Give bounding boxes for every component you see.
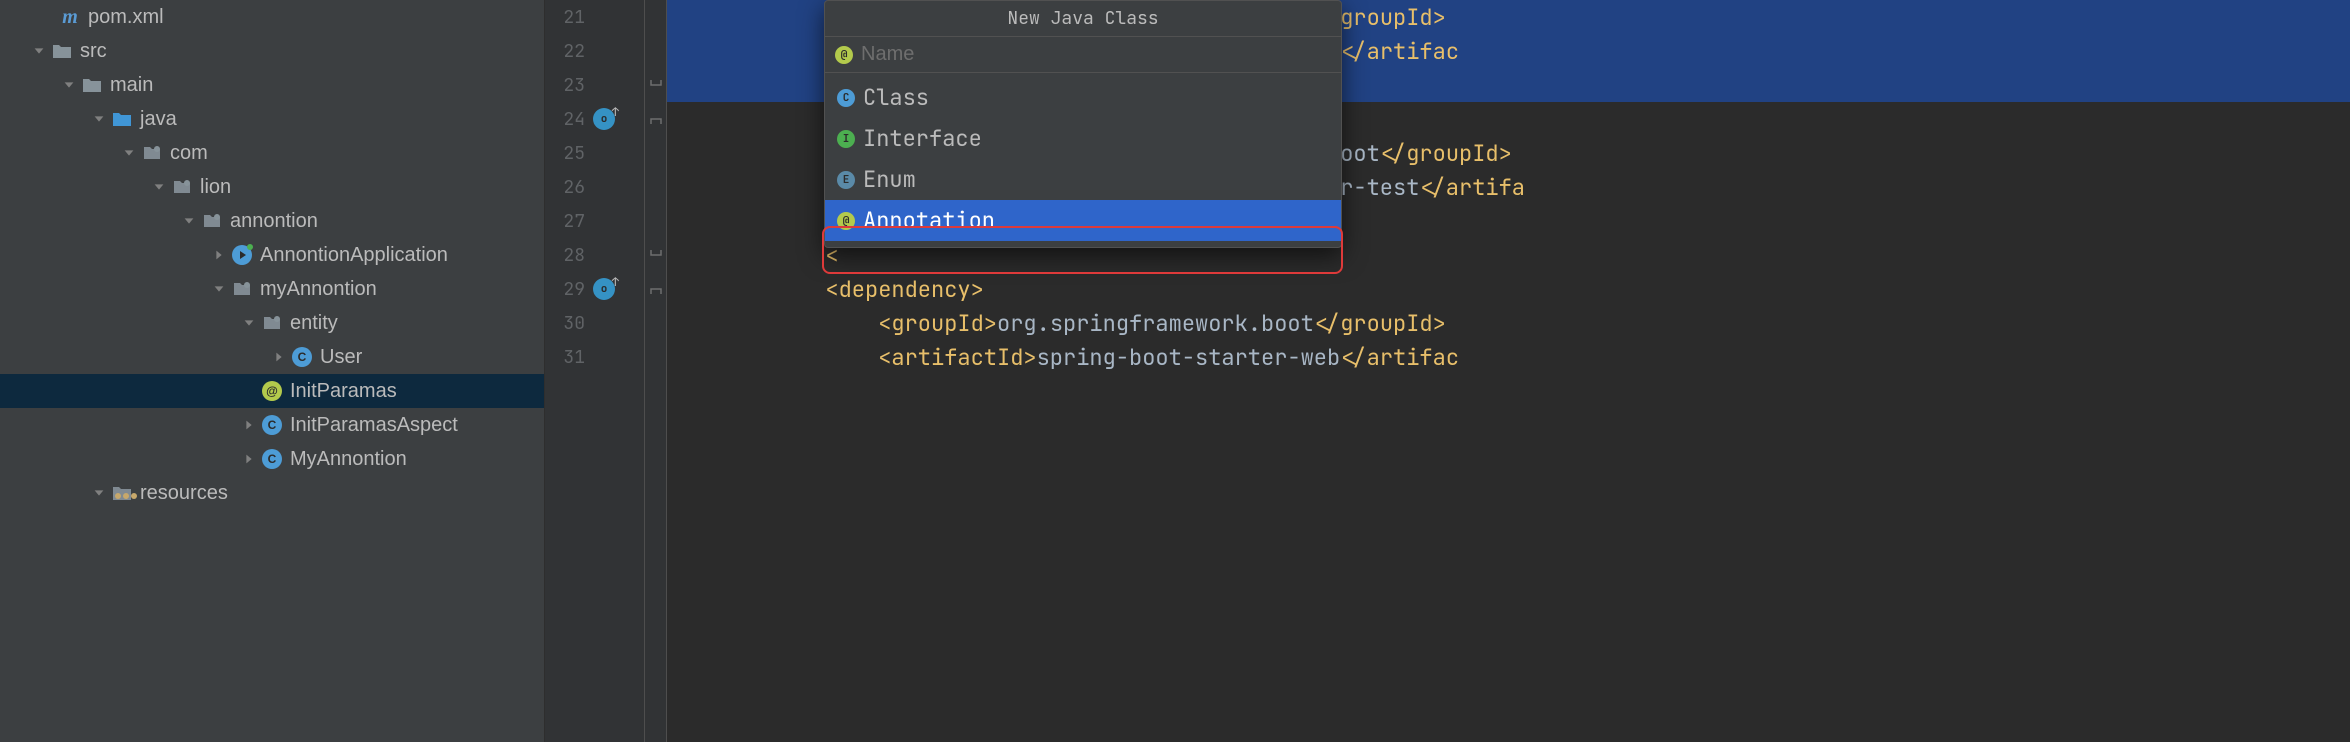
tree-item-resources[interactable]: resources <box>0 476 544 510</box>
tree-item-main[interactable]: main <box>0 68 544 102</box>
chevron-down-icon[interactable] <box>180 212 198 230</box>
chevron-right-icon[interactable] <box>240 416 258 434</box>
package-icon <box>262 313 282 333</box>
line-number: 29 <box>555 278 585 301</box>
fold-ribbon[interactable] <box>645 0 667 742</box>
popup-option-label: Class <box>863 83 929 112</box>
line-number: 31 <box>555 346 585 369</box>
chevron-down-icon[interactable] <box>90 110 108 128</box>
tree-label: main <box>110 74 153 97</box>
override-gutter-icon[interactable]: o↑ <box>593 278 615 300</box>
editor-gutter[interactable]: 21 22 23 24 o↑ 25 26 27 28 29 o↑ 30 31 <box>545 0 645 742</box>
package-icon <box>142 143 162 163</box>
package-icon <box>202 211 222 231</box>
folder-icon <box>52 41 72 61</box>
tree-item-initparamas[interactable]: @ InitParamas <box>0 374 544 408</box>
chevron-right-icon[interactable] <box>240 450 258 468</box>
line-number: 30 <box>555 312 585 335</box>
popup-option-class[interactable]: C Class <box>825 77 1341 118</box>
class-name-input[interactable] <box>861 43 1331 66</box>
class-icon: C <box>262 415 282 435</box>
code-line[interactable]: <groupId>org.springframework.boot</group… <box>667 306 2350 340</box>
package-icon <box>232 279 252 299</box>
chevron-down-icon[interactable] <box>30 42 48 60</box>
tree-label: entity <box>290 312 338 335</box>
line-number: 21 <box>555 6 585 29</box>
class-icon: C <box>837 89 855 107</box>
popup-option-label: Enum <box>863 165 916 194</box>
tree-item-pom[interactable]: m pom.xml <box>0 0 544 34</box>
chevron-down-icon[interactable] <box>60 76 78 94</box>
chevron-down-icon[interactable] <box>120 144 138 162</box>
chevron-right-icon[interactable] <box>270 348 288 366</box>
class-icon: C <box>262 449 282 469</box>
project-tree[interactable]: m pom.xml src main java com <box>0 0 545 742</box>
chevron-down-icon[interactable] <box>240 314 258 332</box>
new-class-popup: New Java Class @ C Class I Interface E E… <box>824 0 1342 248</box>
tree-label: MyAnnontion <box>290 448 407 471</box>
tree-label: src <box>80 40 107 63</box>
chevron-down-icon[interactable] <box>150 178 168 196</box>
line-number: 22 <box>555 40 585 63</box>
maven-icon: m <box>60 7 80 27</box>
tree-label: InitParamas <box>290 380 397 403</box>
fold-end-icon[interactable] <box>650 249 662 261</box>
line-number: 27 <box>555 210 585 233</box>
tree-item-java[interactable]: java <box>0 102 544 136</box>
tree-label: AnnontionApplication <box>260 244 448 267</box>
class-icon: C <box>292 347 312 367</box>
interface-icon: I <box>837 130 855 148</box>
override-gutter-icon[interactable]: o↑ <box>593 108 615 130</box>
tree-label: User <box>320 346 362 369</box>
tree-label: InitParamasAspect <box>290 414 458 437</box>
folder-icon <box>82 75 102 95</box>
line-number: 24 <box>555 108 585 131</box>
resources-folder-icon <box>112 483 132 503</box>
tree-item-annontion-app[interactable]: AnnontionApplication <box>0 238 544 272</box>
line-number: 28 <box>555 244 585 267</box>
chevron-down-icon[interactable] <box>210 280 228 298</box>
tree-item-initparamasaspect[interactable]: C InitParamasAspect <box>0 408 544 442</box>
popup-option-interface[interactable]: I Interface <box>825 118 1341 159</box>
popup-option-label: Annotation <box>863 206 995 235</box>
fold-end-icon[interactable] <box>650 79 662 91</box>
annotation-icon: @ <box>837 212 855 230</box>
tree-label: java <box>140 108 177 131</box>
tree-item-myannontion[interactable]: myAnnontion <box>0 272 544 306</box>
tree-label: resources <box>140 482 228 505</box>
annotation-icon: @ <box>835 46 853 64</box>
popup-title: New Java Class <box>825 1 1341 37</box>
tree-item-user[interactable]: C User <box>0 340 544 374</box>
tree-label: lion <box>200 176 231 199</box>
chevron-right-icon[interactable] <box>210 246 228 264</box>
tree-item-src[interactable]: src <box>0 34 544 68</box>
line-number: 23 <box>555 74 585 97</box>
tree-item-entity[interactable]: entity <box>0 306 544 340</box>
line-number: 25 <box>555 142 585 165</box>
code-line[interactable]: <dependency> <box>667 272 2350 306</box>
fold-start-icon[interactable] <box>650 113 662 125</box>
tree-label: com <box>170 142 208 165</box>
tree-label: myAnnontion <box>260 278 377 301</box>
line-number: 26 <box>555 176 585 199</box>
annotation-icon: @ <box>262 381 282 401</box>
code-editor[interactable]: <groupId>org.springframework.boot</group… <box>667 0 2350 742</box>
popup-option-enum[interactable]: E Enum <box>825 159 1341 200</box>
package-icon <box>172 177 192 197</box>
chevron-down-icon[interactable] <box>90 484 108 502</box>
code-line[interactable]: <artifactId>spring-boot-starter-web</art… <box>667 340 2350 374</box>
popup-option-label: Interface <box>863 124 982 153</box>
tree-item-myannontion-cls[interactable]: C MyAnnontion <box>0 442 544 476</box>
tree-item-annontion[interactable]: annontion <box>0 204 544 238</box>
tree-item-lion[interactable]: lion <box>0 170 544 204</box>
fold-start-icon[interactable] <box>650 283 662 295</box>
enum-icon: E <box>837 171 855 189</box>
runnable-class-icon <box>232 245 252 265</box>
tree-label: pom.xml <box>88 6 164 29</box>
tree-item-com[interactable]: com <box>0 136 544 170</box>
tree-label: annontion <box>230 210 318 233</box>
source-folder-icon <box>112 109 132 129</box>
popup-option-annotation[interactable]: @ Annotation <box>825 200 1341 241</box>
